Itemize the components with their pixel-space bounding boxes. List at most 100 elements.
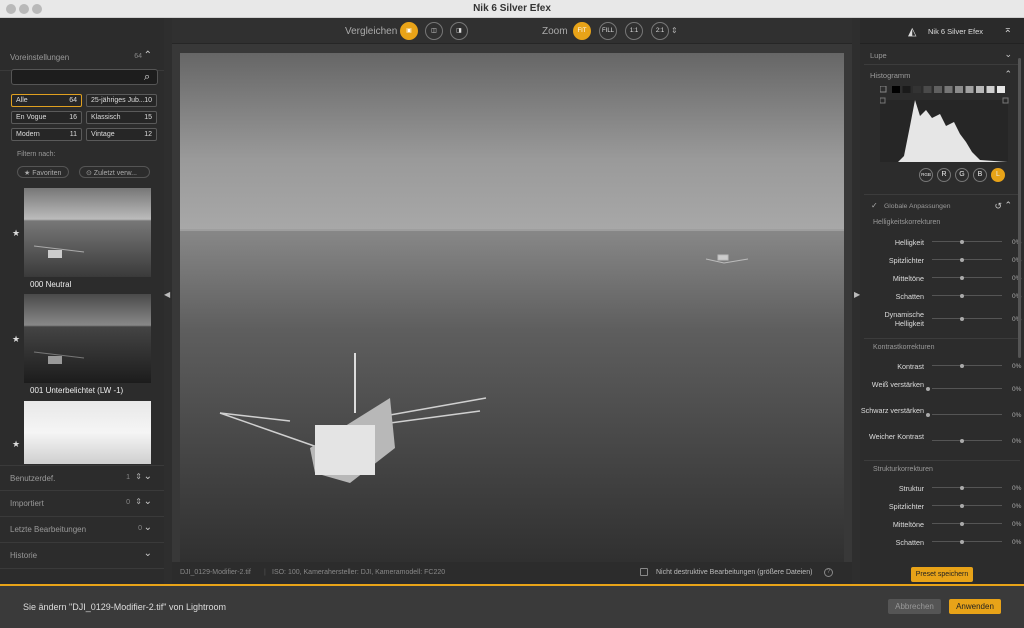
cancel-button[interactable]: Abbrechen bbox=[888, 599, 941, 614]
nondestructive-checkbox[interactable] bbox=[640, 568, 648, 576]
reset-icon[interactable]: ↺ bbox=[994, 201, 1002, 212]
photo-preview[interactable] bbox=[180, 53, 844, 567]
slider-value: 0% bbox=[1012, 412, 1022, 419]
slider-track[interactable] bbox=[932, 318, 1002, 319]
slider-track[interactable] bbox=[932, 541, 1002, 542]
category-en-vogue[interactable]: En Vogue 16 bbox=[11, 111, 82, 124]
category-vintage[interactable]: Vintage 12 bbox=[86, 128, 157, 141]
sort-icon[interactable]: ⇕ bbox=[135, 472, 142, 481]
zoom-1-1-button[interactable]: 1:1 bbox=[625, 22, 643, 40]
tone-swatch[interactable] bbox=[923, 86, 932, 93]
slider-handle[interactable] bbox=[960, 438, 964, 443]
histogram-label[interactable]: Histogramm bbox=[870, 71, 910, 80]
slider-track[interactable] bbox=[932, 277, 1002, 278]
slider-track[interactable] bbox=[932, 259, 1002, 260]
compare-single-view-icon[interactable]: ▣ bbox=[400, 22, 418, 40]
help-icon[interactable]: ? bbox=[824, 568, 833, 577]
slider-handle[interactable] bbox=[960, 485, 964, 490]
tone-swatch[interactable] bbox=[965, 86, 974, 93]
slider-handle[interactable] bbox=[960, 257, 964, 262]
zoom-fill-button[interactable]: FILL bbox=[599, 22, 617, 40]
slider-track[interactable] bbox=[932, 365, 1002, 366]
tone-swatch[interactable] bbox=[944, 86, 953, 93]
presets-header[interactable]: Voreinstellungen 64 ⌃ bbox=[0, 45, 164, 71]
sort-icon[interactable]: ⇕ bbox=[135, 497, 142, 506]
collapse-left-panel-icon[interactable]: ◀ bbox=[164, 290, 170, 299]
channel-button-rgb[interactable]: RGB bbox=[919, 168, 933, 182]
slider-handle[interactable] bbox=[960, 539, 964, 544]
global-adjust-checkbox[interactable]: ✓ bbox=[871, 201, 878, 210]
channel-button-g[interactable]: G bbox=[955, 168, 969, 182]
zoom-stepper-icon[interactable]: ⇕ bbox=[671, 26, 678, 35]
save-preset-button[interactable]: Preset speichern bbox=[911, 567, 973, 582]
channel-button-b[interactable]: B bbox=[973, 168, 987, 182]
slider-handle[interactable] bbox=[960, 239, 964, 244]
tone-swatch[interactable] bbox=[986, 86, 995, 93]
section-count: 1 bbox=[126, 474, 130, 481]
slider-track[interactable] bbox=[932, 440, 1002, 441]
apply-button[interactable]: Anwenden bbox=[949, 599, 1001, 614]
tone-swatch[interactable] bbox=[892, 86, 900, 93]
section-importiert[interactable]: Importiert 0 ⇕ ⌄ bbox=[0, 491, 164, 517]
section-history[interactable]: Historie ⌄ bbox=[0, 543, 164, 569]
slider-handle[interactable] bbox=[960, 293, 964, 298]
compare-split-view-icon[interactable]: ◫ bbox=[425, 22, 443, 40]
collapse-up-icon[interactable]: ⌅ bbox=[1004, 24, 1012, 35]
category-klassisch[interactable]: Klassisch 15 bbox=[86, 111, 157, 124]
slider-track[interactable] bbox=[932, 414, 1002, 415]
slider-handle[interactable] bbox=[926, 412, 930, 417]
slider-handle[interactable] bbox=[960, 363, 964, 368]
tone-swatch[interactable] bbox=[997, 86, 1005, 93]
divider bbox=[864, 194, 1020, 195]
chevron-up-icon[interactable]: ⌃ bbox=[1004, 69, 1012, 80]
category-jubilee[interactable]: 25-jähriges Jub... 10 bbox=[86, 94, 157, 107]
slider-value: 0% bbox=[1012, 485, 1022, 492]
panel-scrollbar[interactable] bbox=[1018, 58, 1021, 358]
filter-recent-button[interactable]: ⊙ Zuletzt verw... bbox=[79, 166, 150, 178]
category-modern[interactable]: Modern 11 bbox=[11, 128, 82, 141]
zoom-fit-button[interactable]: FIT bbox=[573, 22, 591, 40]
tone-swatch[interactable] bbox=[976, 86, 984, 93]
slider-handle[interactable] bbox=[960, 521, 964, 526]
slider-track[interactable] bbox=[932, 487, 1002, 488]
search-icon[interactable]: ⌕ bbox=[144, 71, 150, 84]
preset-thumbnail[interactable] bbox=[24, 294, 151, 383]
tone-swatch[interactable] bbox=[934, 86, 942, 93]
slider-handle[interactable] bbox=[960, 503, 964, 508]
section-recent-edits[interactable]: Letzte Bearbeitungen 0 ⌄ bbox=[0, 517, 164, 543]
slider-track[interactable] bbox=[932, 505, 1002, 506]
chevron-up-icon[interactable]: ⌃ bbox=[1004, 200, 1012, 211]
slider-handle[interactable] bbox=[960, 316, 964, 321]
zoom-2-1-button[interactable]: 2:1 bbox=[651, 22, 669, 40]
section-benutzerdef[interactable]: Benutzerdef. 1 ⇕ ⌄ bbox=[0, 465, 164, 491]
slider-value: 0% bbox=[1012, 386, 1022, 393]
app-window: Nik 6 Silver Efex Voreinstellungen 64 ⌃ … bbox=[0, 0, 1024, 628]
chevron-down-icon[interactable]: ⌄ bbox=[144, 471, 152, 482]
channel-button-r[interactable]: R bbox=[937, 168, 951, 182]
loupe-label[interactable]: Lupe bbox=[870, 51, 887, 60]
slider-track[interactable] bbox=[932, 388, 1002, 389]
chevron-down-icon[interactable]: ⌄ bbox=[144, 522, 152, 533]
chevron-down-icon[interactable]: ⌄ bbox=[144, 548, 152, 559]
slider-track[interactable] bbox=[932, 523, 1002, 524]
tone-swatch[interactable] bbox=[913, 86, 921, 93]
preset-thumbnail[interactable] bbox=[24, 401, 151, 464]
slider-handle[interactable] bbox=[926, 386, 930, 391]
tone-swatch[interactable] bbox=[902, 86, 911, 93]
chevron-down-icon[interactable]: ⌄ bbox=[144, 496, 152, 507]
slider-track[interactable] bbox=[932, 241, 1002, 242]
favorite-star-icon[interactable]: ★ bbox=[12, 439, 20, 450]
slider-handle[interactable] bbox=[960, 275, 964, 280]
favorite-star-icon[interactable]: ★ bbox=[12, 334, 20, 345]
preset-thumbnail[interactable] bbox=[24, 188, 151, 277]
slider-track[interactable] bbox=[932, 295, 1002, 296]
channel-button-l[interactable]: L bbox=[991, 168, 1005, 182]
tone-swatch[interactable] bbox=[955, 86, 963, 93]
preset-search-input[interactable] bbox=[11, 69, 158, 85]
chevron-down-icon[interactable]: ⌄ bbox=[1004, 49, 1012, 60]
filter-favorites-button[interactable]: ★ Favoriten bbox=[17, 166, 69, 178]
chevron-up-icon[interactable]: ⌃ bbox=[144, 50, 152, 61]
favorite-star-icon[interactable]: ★ bbox=[12, 228, 20, 239]
compare-side-by-side-icon[interactable]: ◨ bbox=[450, 22, 468, 40]
category-all[interactable]: Alle 64 bbox=[11, 94, 82, 107]
